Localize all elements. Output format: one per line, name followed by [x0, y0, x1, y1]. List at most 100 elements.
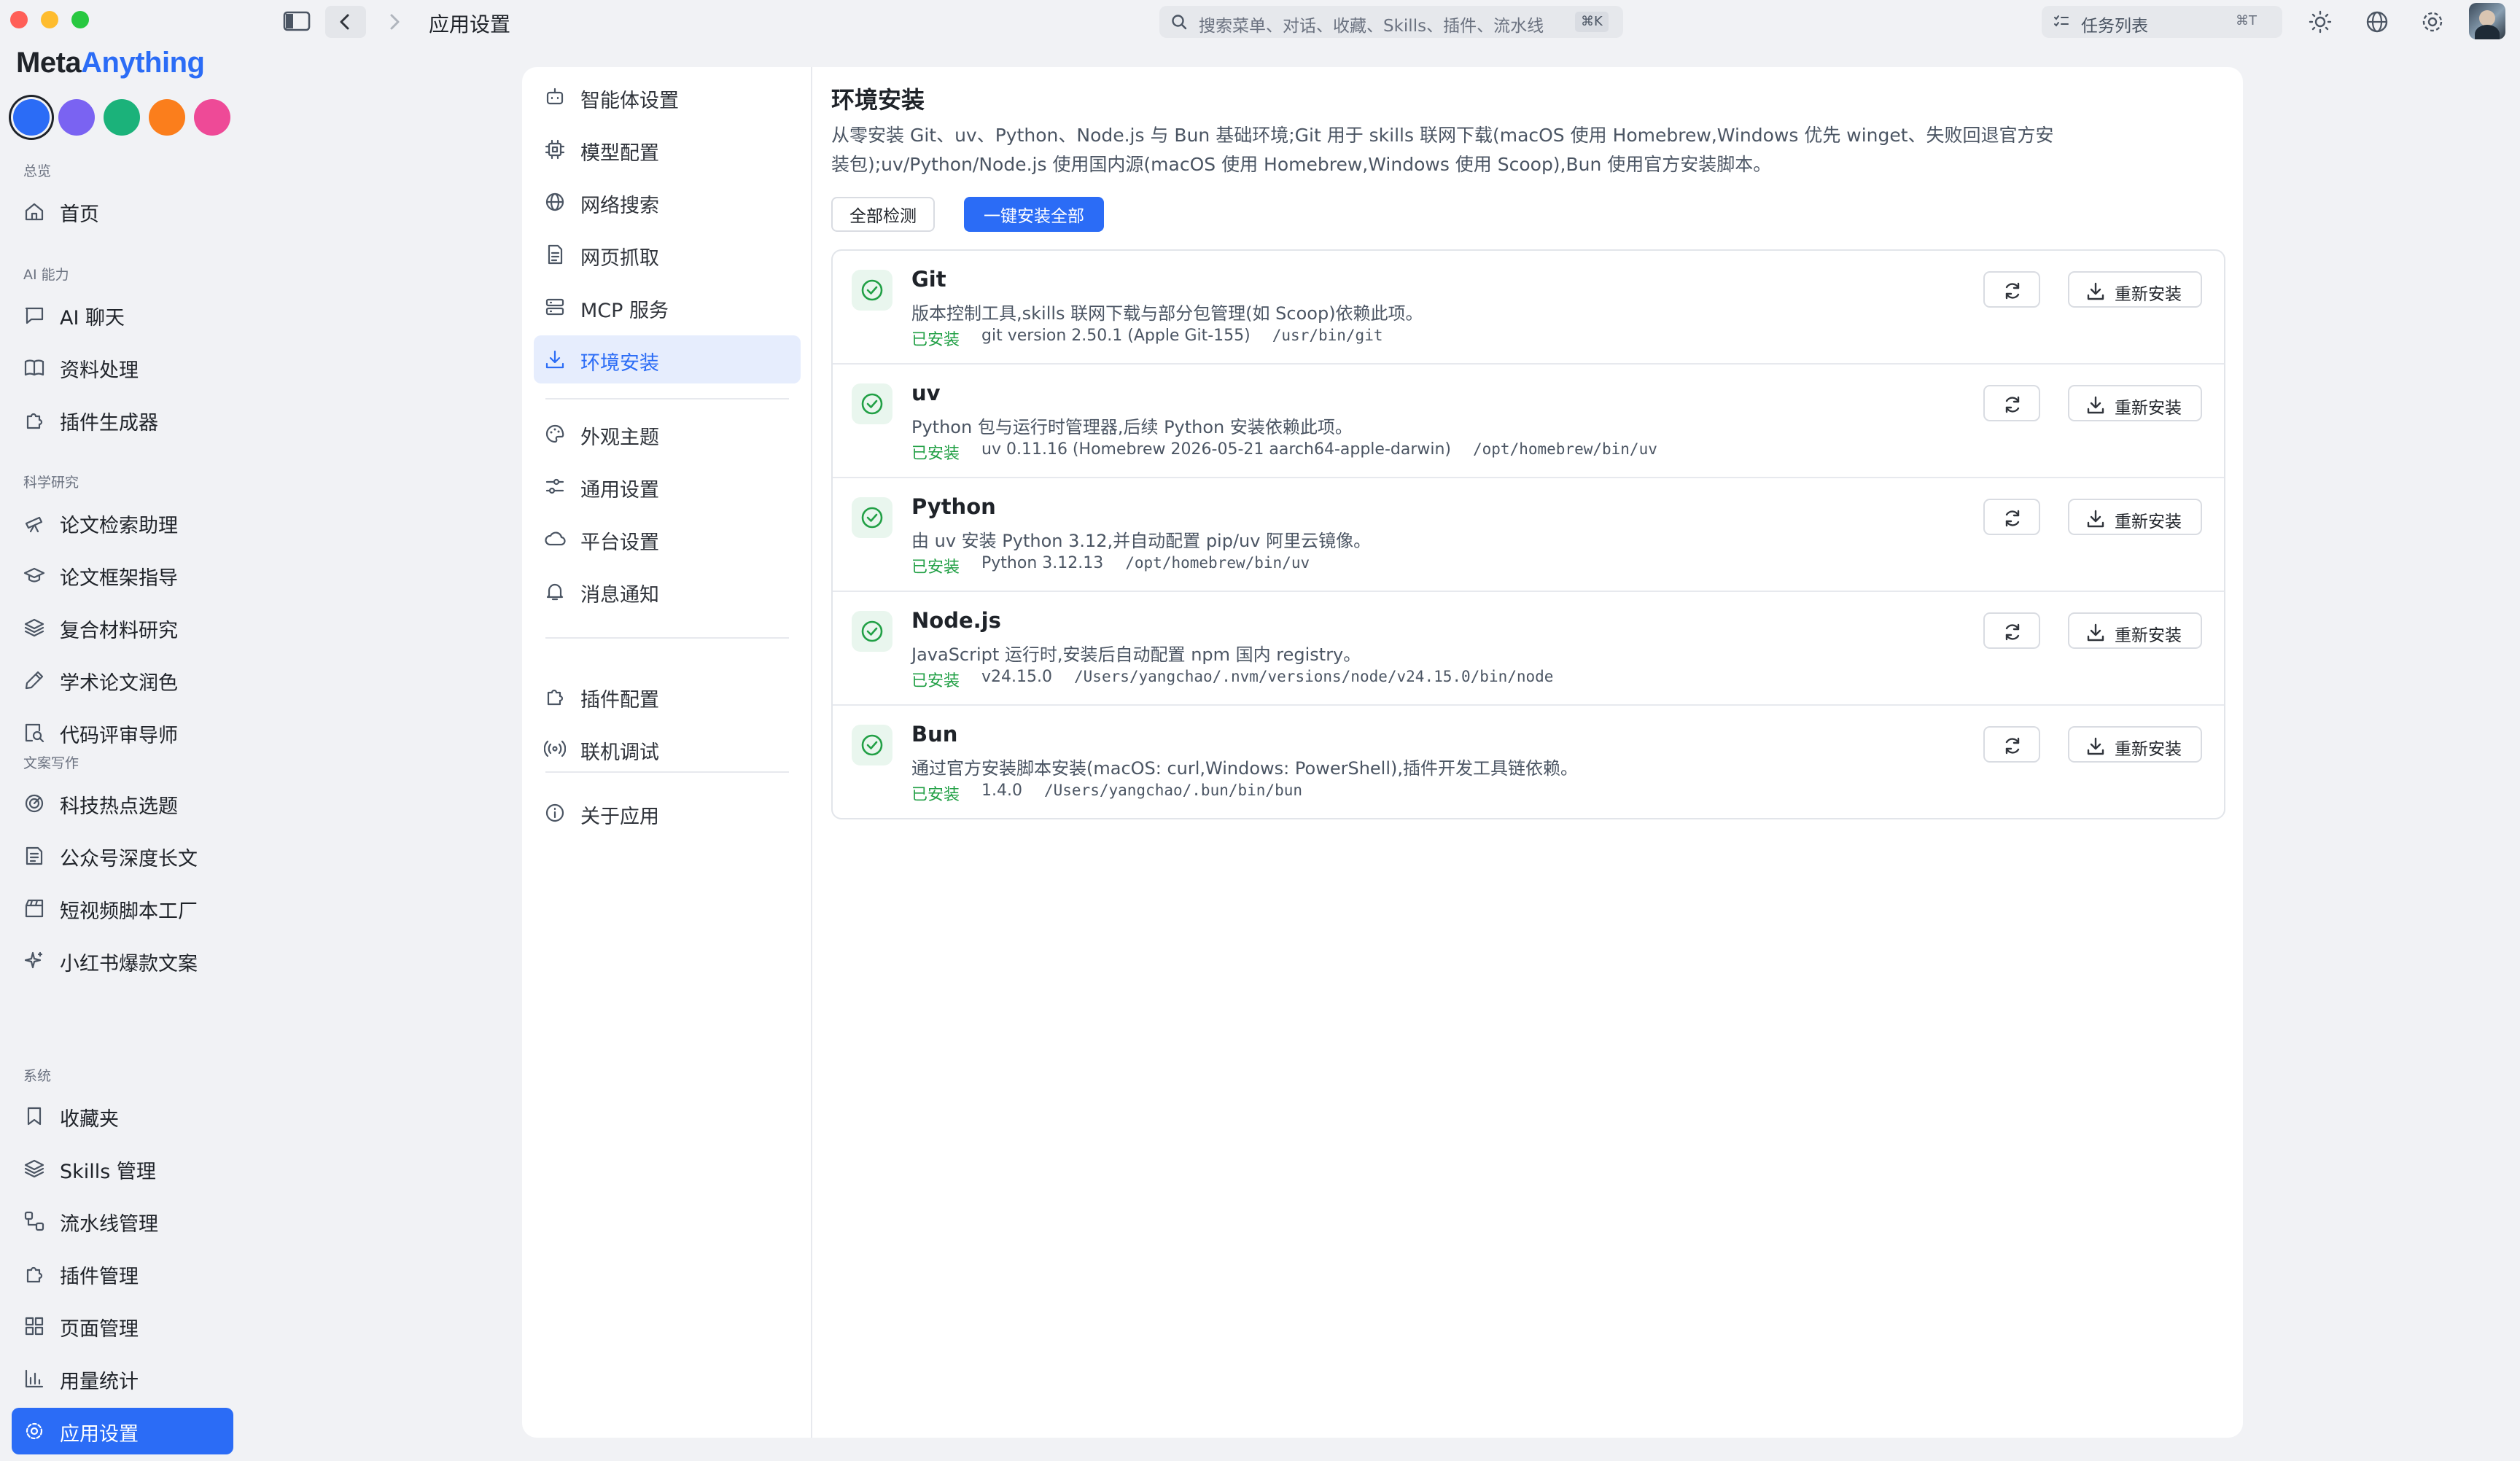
- graduation-cap-icon: [23, 564, 45, 586]
- settings-nav-label: 消息通知: [580, 584, 659, 607]
- reinstall-button[interactable]: 重新安装: [2068, 385, 2202, 421]
- sidebar-item-2-4[interactable]: 流水线管理: [12, 1198, 233, 1244]
- recheck-button[interactable]: [1983, 271, 2040, 308]
- settings-nav-item[interactable]: MCP 服务: [534, 283, 801, 331]
- reinstall-button[interactable]: 重新安装: [2068, 612, 2202, 649]
- reinstall-button[interactable]: 重新安装: [2068, 499, 2202, 535]
- task-list-shortcut: ⌘T: [2236, 13, 2257, 28]
- settings-nav: 智能体设置 模型配置 网络搜索 网页抓取 MCP 服务 环境安装 外观主题 通用…: [522, 67, 812, 1438]
- settings-nav-item[interactable]: 关于应用: [534, 789, 801, 837]
- avatar[interactable]: [2469, 3, 2505, 39]
- sidebar-item-label: 首页: [60, 203, 99, 226]
- settings-nav-item[interactable]: 消息通知: [534, 567, 801, 615]
- sidebar-item-4-4[interactable]: 页面管理: [12, 1303, 233, 1349]
- settings-nav-item[interactable]: 联机调试: [534, 725, 801, 773]
- sidebar-item-label: 应用设置: [60, 1423, 139, 1446]
- sidebar-item-6-4[interactable]: 应用设置: [12, 1408, 233, 1454]
- tool-status-line: 已安装 git version 2.50.1 (Apple Git-155) /…: [911, 327, 1382, 350]
- reinstall-button[interactable]: 重新安装: [2068, 271, 2202, 308]
- tool-description: 由 uv 安装 Python 3.12,并自动配置 pip/uv 阿里云镜像。: [911, 531, 1372, 551]
- task-list-button[interactable]: 任务列表 ⌘T: [2042, 6, 2282, 38]
- settings-nav-item[interactable]: 网络搜索: [534, 178, 801, 226]
- env-tool-list: Git 版本控制工具,skills 联网下载与部分包管理(如 Scoop)依赖此…: [831, 249, 2225, 819]
- minimize-window-button[interactable]: [41, 11, 58, 28]
- check-circle-icon: [852, 270, 892, 311]
- settings-nav-item[interactable]: 环境安装: [534, 335, 801, 383]
- sidebar-item-label: 公众号深度长文: [60, 848, 198, 870]
- settings-nav-item[interactable]: 智能体设置: [534, 73, 801, 121]
- settings-nav-label: 通用设置: [580, 479, 659, 502]
- sidebar-item-1-3[interactable]: 公众号深度长文: [12, 833, 233, 879]
- sidebar-item-1-4[interactable]: Skills 管理: [12, 1145, 233, 1192]
- settings-nav-item[interactable]: 模型配置: [534, 125, 801, 174]
- settings-nav-label: 平台设置: [580, 531, 659, 554]
- sidebar-item-0-4[interactable]: 收藏夹: [12, 1093, 233, 1139]
- refresh-icon: [2005, 510, 2020, 527]
- tool-name: Node.js: [911, 608, 1001, 633]
- close-window-button[interactable]: [10, 11, 28, 28]
- theme-swatch-purple[interactable]: [58, 99, 95, 136]
- theme-swatch-green[interactable]: [104, 99, 140, 136]
- global-search-bar[interactable]: 搜索菜单、对话、收藏、Skills、插件、流水线 ⌘K: [1159, 6, 1623, 38]
- check-all-button[interactable]: 全部检测: [831, 197, 935, 232]
- forward-button[interactable]: [373, 6, 414, 38]
- recheck-button[interactable]: [1983, 612, 2040, 649]
- search-shortcut-badge: ⌘K: [1575, 12, 1609, 32]
- theme-swatch-orange[interactable]: [149, 99, 185, 136]
- sidebar-item-label: 插件管理: [60, 1266, 139, 1288]
- refresh-icon: [2005, 396, 2020, 413]
- reinstall-button[interactable]: 重新安装: [2068, 726, 2202, 763]
- theme-swatch-pink[interactable]: [194, 99, 230, 136]
- sidebar-item-1-2[interactable]: 论文框架指导: [12, 552, 233, 599]
- sidebar-item-3-4[interactable]: 插件管理: [12, 1250, 233, 1297]
- tool-version: git version 2.50.1 (Apple Git-155): [981, 327, 1251, 345]
- theme-swatch-blue[interactable]: [13, 99, 50, 136]
- sidebar-item-5-4[interactable]: 用量统计: [12, 1355, 233, 1402]
- settings-nav-divider: [545, 771, 789, 773]
- tool-status-line: 已安装 1.4.0 /Users/yangchao/.bun/bin/bun: [911, 782, 1302, 805]
- radar-icon: [23, 792, 45, 814]
- settings-nav-item[interactable]: 网页抓取: [534, 230, 801, 278]
- zoom-window-button[interactable]: [71, 11, 89, 28]
- page-description: 从零安装 Git、uv、Python、Node.js 与 Bun 基础环境;Gi…: [831, 125, 2054, 175]
- sidebar-item-2-1[interactable]: 插件生成器: [12, 397, 233, 443]
- sidebar-toggle-icon[interactable]: [283, 10, 311, 32]
- sidebar-item-2-2[interactable]: 复合材料研究: [12, 604, 233, 651]
- sidebar-item-0-2[interactable]: 论文检索助理: [12, 499, 233, 546]
- sidebar-item-label: 论文框架指导: [60, 567, 178, 590]
- settings-nav-item[interactable]: 外观主题: [534, 410, 801, 458]
- settings-nav-item[interactable]: 插件配置: [534, 672, 801, 720]
- page-title: 环境安装: [831, 86, 925, 114]
- settings-nav-label: 模型配置: [580, 142, 659, 165]
- sidebar-item-label: 短视频脚本工厂: [60, 900, 198, 923]
- sidebar-item-label: 学术论文润色: [60, 672, 178, 695]
- sidebar-item-2-3[interactable]: 短视频脚本工厂: [12, 885, 233, 932]
- back-button[interactable]: [325, 6, 366, 38]
- tool-version: v24.15.0: [981, 668, 1053, 686]
- settings-nav-item[interactable]: 通用设置: [534, 462, 801, 510]
- sidebar-item-0-1[interactable]: AI 聊天: [12, 292, 233, 338]
- sidebar-item-0-0[interactable]: 首页: [12, 188, 233, 235]
- download-icon: [2087, 737, 2104, 755]
- theme-toggle-button[interactable]: [2306, 9, 2335, 35]
- settings-button[interactable]: [2418, 9, 2447, 35]
- recheck-button[interactable]: [1983, 726, 2040, 763]
- tool-name: Python: [911, 494, 996, 519]
- language-button[interactable]: [2362, 9, 2392, 35]
- sun-icon: [2309, 10, 2332, 34]
- task-list-label: 任务列表: [2081, 17, 2148, 36]
- reinstall-label: 重新安装: [2115, 399, 2182, 418]
- sidebar-item-1-1[interactable]: 资料处理: [12, 344, 233, 391]
- install-all-button[interactable]: 一键安装全部: [964, 197, 1104, 232]
- sidebar-item-0-3[interactable]: 科技热点选题: [12, 780, 233, 827]
- search-icon: [1172, 15, 1187, 30]
- puzzle-icon: [23, 409, 45, 431]
- recheck-button[interactable]: [1983, 385, 2040, 421]
- sidebar-item-3-2[interactable]: 学术论文润色: [12, 657, 233, 704]
- sidebar-item-4-2[interactable]: 代码评审导师: [12, 709, 233, 756]
- settings-nav-item[interactable]: 平台设置: [534, 515, 801, 563]
- recheck-button[interactable]: [1983, 499, 2040, 535]
- sidebar-section-title: 系统: [23, 1068, 52, 1084]
- sidebar-item-3-3[interactable]: 小红书爆款文案: [12, 938, 233, 984]
- sidebar-section-title: 文案写作: [23, 755, 79, 771]
